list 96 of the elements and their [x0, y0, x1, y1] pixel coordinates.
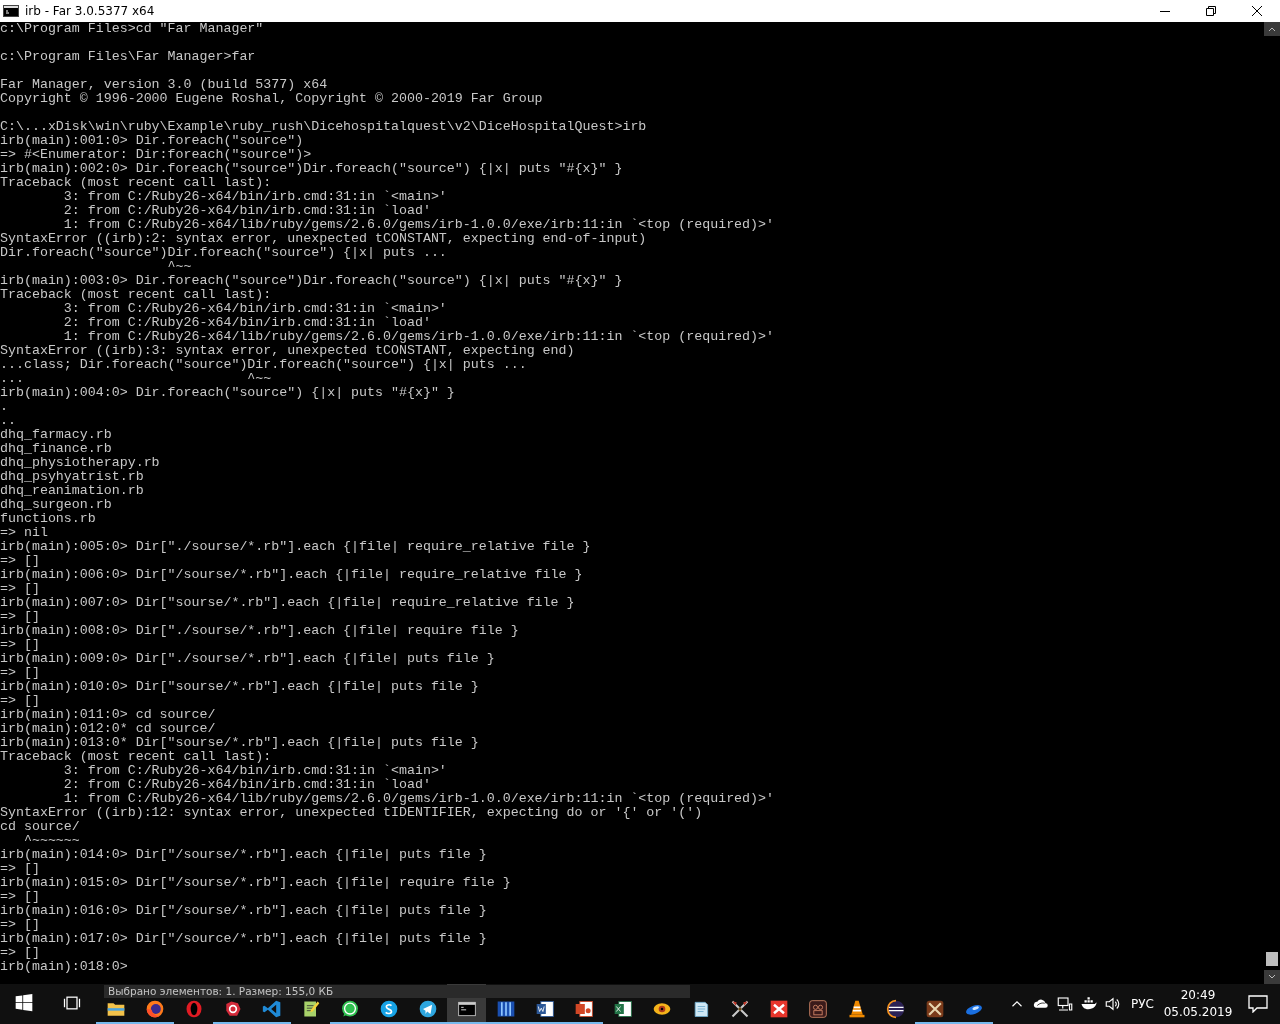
network-icon [1056, 995, 1075, 1013]
presentation-document-icon [573, 999, 594, 1019]
console-line: 1: from C:/Ruby26-x64/lib/ruby/gems/2.6.0/gems/irb-1.0.0/exe/irb:11:in `<top (required)>' [62, 218, 774, 232]
console-line: Dir.foreach("source")Dir.foreach("source") {|x| puts ... [0, 246, 447, 260]
console-line: irb(main):009:0> Dir["./sourse/*.rb"].each {|file| puts file } [0, 652, 495, 666]
console-line: irb(main):015:0> Dir["/sourse/*.rb"].each {|file| require file } [0, 876, 511, 890]
round-s-curve-icon [378, 999, 399, 1019]
console-line: irb(main):008:0> Dir["./sourse/*.rb"].each {|file| require file } [0, 624, 519, 638]
console-line: 2: from C:/Ruby26-x64/bin/irb.cmd:31:in `load' [62, 204, 431, 218]
console-line: => [] [0, 666, 40, 680]
close-icon [1252, 6, 1262, 16]
console-line: irb(main):017:0> Dir["/source/*.rb"].each {|file| puts file } [0, 932, 487, 946]
console-line: => #<Enumerator: Dir:foreach("source")> [0, 148, 312, 162]
console-line: SyntaxError ((irb):2: syntax error, unexpected tCONSTANT, expecting end-of-input) [0, 232, 647, 246]
console-line: irb(main):007:0> Dir["sourse/*.rb"].each {|file| require_relative file } [0, 596, 575, 610]
console-line: ...class; Dir.foreach("source")Dir.foreach("source") {|x| puts ... [0, 358, 527, 372]
console-line: . [0, 400, 8, 414]
console-line: => [] [0, 694, 40, 708]
console-line: dhq_physiotherapy.rb [0, 456, 160, 470]
console-line: irb(main):018:0> [0, 960, 128, 974]
console-line: irb(main):014:0> Dir["/sourse/*.rb"].each {|file| puts file } [0, 848, 487, 862]
columns-icon [495, 999, 516, 1019]
console-line: Traceback (most recent call last): [0, 176, 272, 190]
console-line: Traceback (most recent call last): [0, 288, 272, 302]
windows-logo-icon [14, 993, 34, 1013]
console-line: 3: from C:/Ruby26-x64/bin/irb.cmd:31:in `<main>' [62, 302, 447, 316]
console-line: irb(main):016:0> Dir["/sourse/*.rb"].each {|file| puts file } [0, 904, 487, 918]
console-line: irb(main):004:0> Dir.foreach("source") {|x| puts "#{x}" } [0, 386, 455, 400]
console-line: functions.rb [0, 512, 96, 526]
word-document-icon [534, 999, 555, 1019]
console-line: => nil [0, 526, 48, 540]
scroll-down-icon[interactable] [1264, 970, 1280, 984]
console-line: SyntaxError ((irb):12: syntax error, unexpected tIDENTIFIER, expecting do or '{' or '(') [0, 806, 703, 820]
scrollbar[interactable] [1264, 22, 1280, 984]
restore-icon [1206, 6, 1216, 16]
console-line: irb(main):011:0> cd source/ [0, 708, 216, 722]
minimize-icon [1160, 10, 1170, 12]
striped-circle-icon [885, 999, 906, 1019]
console-line: ... ^~~ [0, 372, 272, 386]
crossed-swords-icon [729, 999, 750, 1019]
chat-bubble-icon [339, 999, 360, 1019]
console-line: => [] [0, 554, 40, 568]
console-line: cd source/ [0, 820, 80, 834]
console-line: irb(main):010:0> Dir["sourse/*.rb"].each {|file| puts file } [0, 680, 479, 694]
console-line: ^~~ [166, 260, 192, 274]
console-line: => [] [0, 946, 40, 960]
console-line: dhq_finance.rb [0, 442, 112, 456]
console-line: dhq_surgeon.rb [0, 498, 112, 512]
console-line: irb(main):012:0* cd source/ [0, 722, 216, 736]
console-line: ^~~~~~~ [22, 834, 80, 848]
console-line: 2: from C:/Ruby26-x64/bin/irb.cmd:31:in `load' [62, 316, 431, 330]
language-indicator[interactable]: РУС [1125, 984, 1160, 1024]
film-camera-icon [807, 999, 828, 1019]
clock-time: 20:49 [1180, 987, 1216, 1004]
console-line: irb(main):006:0> Dir["/sourse/*.rb"].each {|file| require_relative file } [0, 568, 583, 582]
console-line: Copyright © 1996-2000 Eugene Roshal, Copyright © 2000-2019 Far Group [0, 92, 543, 106]
console-line: Traceback (most recent call last): [0, 750, 272, 764]
crossed-blades-icon [924, 999, 945, 1019]
console-line: Far Manager, version 3.0 (build 5377) x64 [0, 78, 328, 92]
console-line: 3: from C:/Ruby26-x64/bin/irb.cmd:31:in `<main>' [62, 764, 447, 778]
console-line: => [] [0, 638, 40, 652]
speech-bubble-icon [1248, 995, 1268, 1013]
paper-plane-icon [417, 999, 438, 1019]
console-line: irb(main):005:0> Dir["./sourse/*.rb"].each {|file| require_relative file } [0, 540, 591, 554]
scroll-thumb[interactable] [1266, 952, 1278, 966]
console-line: => [] [0, 610, 40, 624]
console-icon [456, 999, 477, 1019]
console-line: c:\Program Files>cd "Far Manager" [0, 22, 264, 36]
window-title: irb - Far 3.0.5377 x64 [25, 4, 156, 18]
console-line: irb(main):001:0> Dir.foreach("source") [0, 134, 304, 148]
console-line: => [] [0, 890, 40, 904]
console-app-icon [3, 5, 19, 17]
console-line: => [] [0, 862, 40, 876]
console-line: c:\Program Files\Far Manager>far [0, 50, 256, 64]
console-line: 1: from C:/Ruby26-x64/lib/ruby/gems/2.6.0/gems/irb-1.0.0/exe/irb:11:in `<top (required)>' [62, 330, 774, 344]
console-line: => [] [0, 582, 40, 596]
scroll-up-icon[interactable] [1264, 22, 1280, 36]
console-line: 2: from C:/Ruby26-x64/bin/irb.cmd:31:in `load' [62, 778, 431, 792]
console-line: irb(main):013:0* Dir["sourse/*.rb"].each {|file| puts file } [0, 736, 479, 750]
console-line: irb(main):002:0> Dir.foreach("source")Dir.foreach("source") {|x| puts "#{x}" } [0, 162, 623, 176]
console-line: irb(main):003:0> Dir.foreach("source")Dir.foreach("source") {|x| puts "#{x}" } [0, 274, 623, 288]
console-line: .. [0, 414, 16, 428]
spreadsheet-icon [612, 999, 633, 1019]
console-line: 1: from C:/Ruby26-x64/lib/ruby/gems/2.6.0/gems/irb-1.0.0/exe/irb:11:in `<top (required)>' [62, 792, 774, 806]
console-line: dhq_farmacy.rb [0, 428, 112, 442]
status-tooltip: Выбрано элементов: 1. Размер: 155,0 КБ [104, 985, 690, 998]
console-line: => [] [0, 918, 40, 932]
console-line: dhq_reanimation.rb [0, 484, 144, 498]
code-editor-icon [261, 999, 282, 1019]
console-line: SyntaxError ((irb):3: syntax error, unexpected tCONSTANT, expecting end) [0, 344, 575, 358]
x-square-icon [768, 999, 789, 1019]
console-line: C:\...xDisk\win\ruby\Example\ruby_rush\Dicehospitalquest\v2\DiceHospitalQuest>irb [0, 120, 647, 134]
console-line: 3: from C:/Ruby26-x64/bin/irb.cmd:31:in `<main>' [62, 190, 447, 204]
globe-fox-icon [144, 999, 165, 1019]
clock-date: 05.05.2019 [1163, 1004, 1233, 1021]
console-line: dhq_psyhyatrist.rb [0, 470, 144, 484]
